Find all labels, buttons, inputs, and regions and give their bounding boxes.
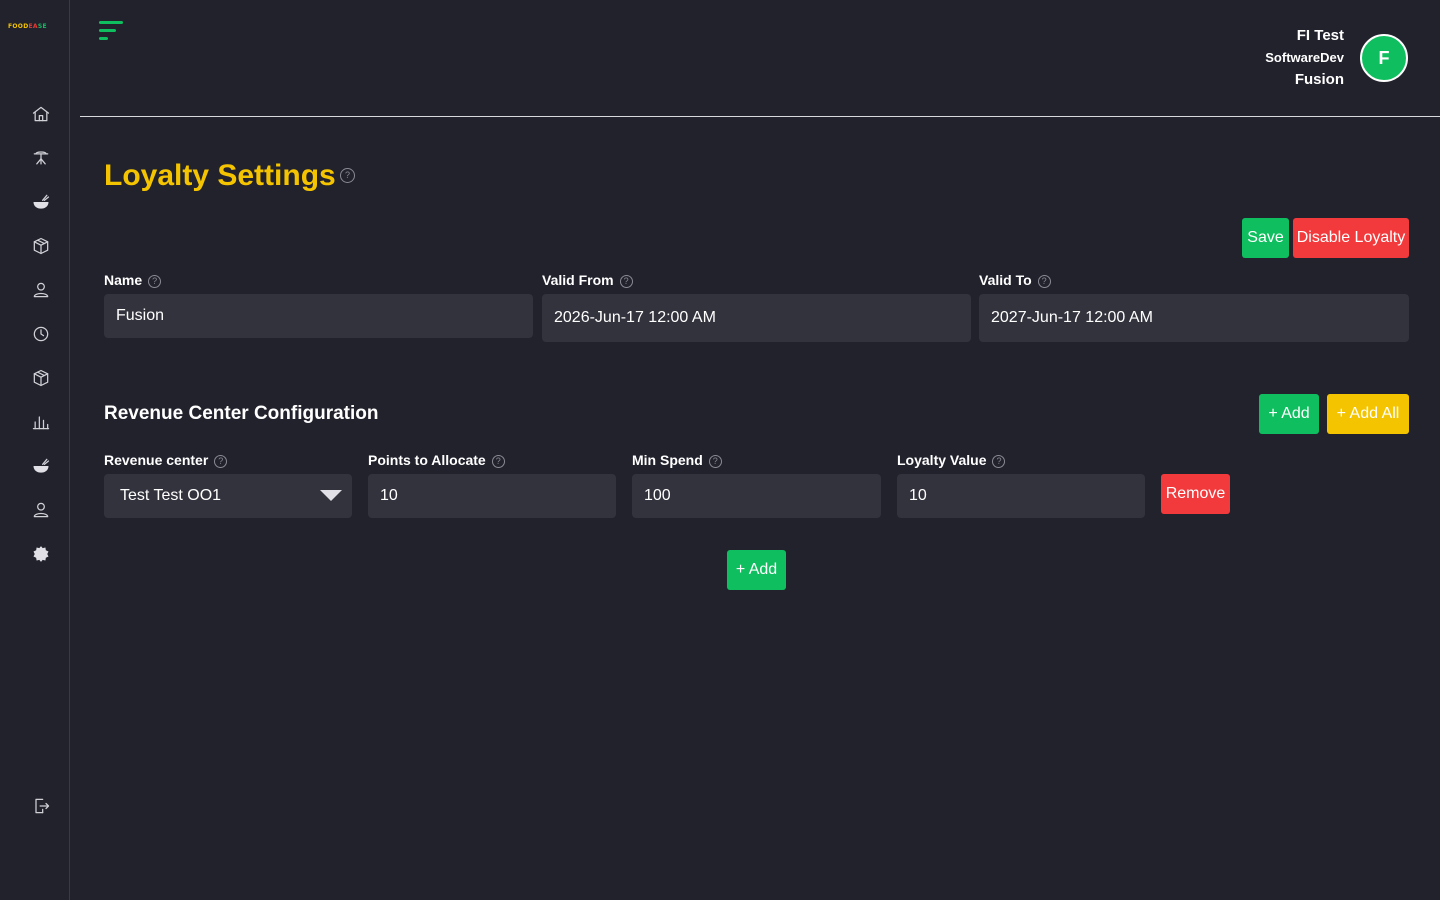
logo-text-food: FOOD [8, 23, 29, 30]
help-icon[interactable]: ? [148, 274, 162, 288]
sidebar: FOODEASE [0, 0, 70, 900]
loyalty-value-label: Loyalty Value? [897, 451, 1006, 469]
user-info: FI Test SoftwareDev Fusion [1265, 25, 1344, 91]
name-input[interactable] [104, 294, 533, 338]
bar-chart-icon[interactable] [30, 411, 52, 433]
name-label: Name? [104, 271, 162, 289]
package-icon[interactable] [30, 367, 52, 389]
logo-text-se: SE [37, 23, 47, 30]
logo-text-ea: EA [28, 23, 38, 30]
menu-toggle-icon[interactable] [99, 21, 123, 41]
min-spend-input[interactable] [632, 474, 881, 518]
min-spend-label-text: Min Spend [632, 452, 703, 468]
brand-logo[interactable]: FOODEASE [8, 23, 60, 31]
add-revenue-center-button[interactable]: + Add [1259, 394, 1319, 434]
name-label-text: Name [104, 272, 143, 288]
valid-from-input[interactable] [542, 294, 971, 342]
help-icon[interactable]: ? [708, 454, 722, 468]
revenue-center-value: Test Test OO1 [120, 487, 222, 504]
food-bowl-icon[interactable] [30, 191, 52, 213]
person-icon[interactable] [30, 499, 52, 521]
disable-loyalty-button[interactable]: Disable Loyalty [1293, 218, 1409, 258]
help-icon[interactable]: ? [491, 454, 505, 468]
food-tray-icon[interactable] [30, 455, 52, 477]
help-icon[interactable]: ? [214, 454, 228, 468]
section-title: Revenue Center Configuration [104, 403, 379, 424]
remove-button[interactable]: Remove [1161, 474, 1230, 514]
add-row-button[interactable]: + Add [727, 550, 786, 590]
help-icon[interactable]: ? [619, 274, 633, 288]
help-icon[interactable]: ? [992, 454, 1006, 468]
user-organization: SoftwareDev [1265, 50, 1344, 65]
gear-icon[interactable] [30, 543, 52, 565]
revenue-center-select[interactable]: Test Test OO1 [104, 474, 352, 518]
user-icon[interactable] [30, 279, 52, 301]
valid-from-label-text: Valid From [542, 272, 614, 288]
user-venue: Fusion [1294, 71, 1344, 88]
min-spend-label: Min Spend? [632, 451, 722, 469]
add-all-button[interactable]: + Add All [1327, 394, 1409, 434]
home-icon[interactable] [30, 103, 52, 125]
valid-to-label: Valid To? [979, 271, 1051, 289]
help-icon[interactable]: ? [1037, 274, 1051, 288]
box-icon[interactable] [30, 235, 52, 257]
save-button[interactable]: Save [1242, 218, 1289, 258]
clock-icon[interactable] [30, 323, 52, 345]
user-name: FI Test [1296, 27, 1344, 44]
points-input[interactable] [368, 474, 616, 518]
page-title: Loyalty Settings [104, 159, 336, 192]
logout-icon[interactable] [30, 795, 52, 817]
header-divider [80, 116, 1440, 117]
dining-table-icon[interactable] [30, 147, 52, 169]
points-label: Points to Allocate? [368, 451, 505, 469]
valid-to-label-text: Valid To [979, 272, 1032, 288]
valid-to-input[interactable] [979, 294, 1409, 342]
revenue-center-label: Revenue center? [104, 451, 228, 469]
revenue-center-label-text: Revenue center [104, 452, 209, 468]
points-label-text: Points to Allocate [368, 452, 486, 468]
help-icon[interactable]: ? [340, 168, 355, 183]
avatar[interactable]: F [1360, 34, 1408, 82]
chevron-down-icon [320, 490, 342, 501]
loyalty-value-input[interactable] [897, 474, 1145, 518]
valid-from-label: Valid From? [542, 271, 633, 289]
loyalty-value-label-text: Loyalty Value [897, 452, 987, 468]
